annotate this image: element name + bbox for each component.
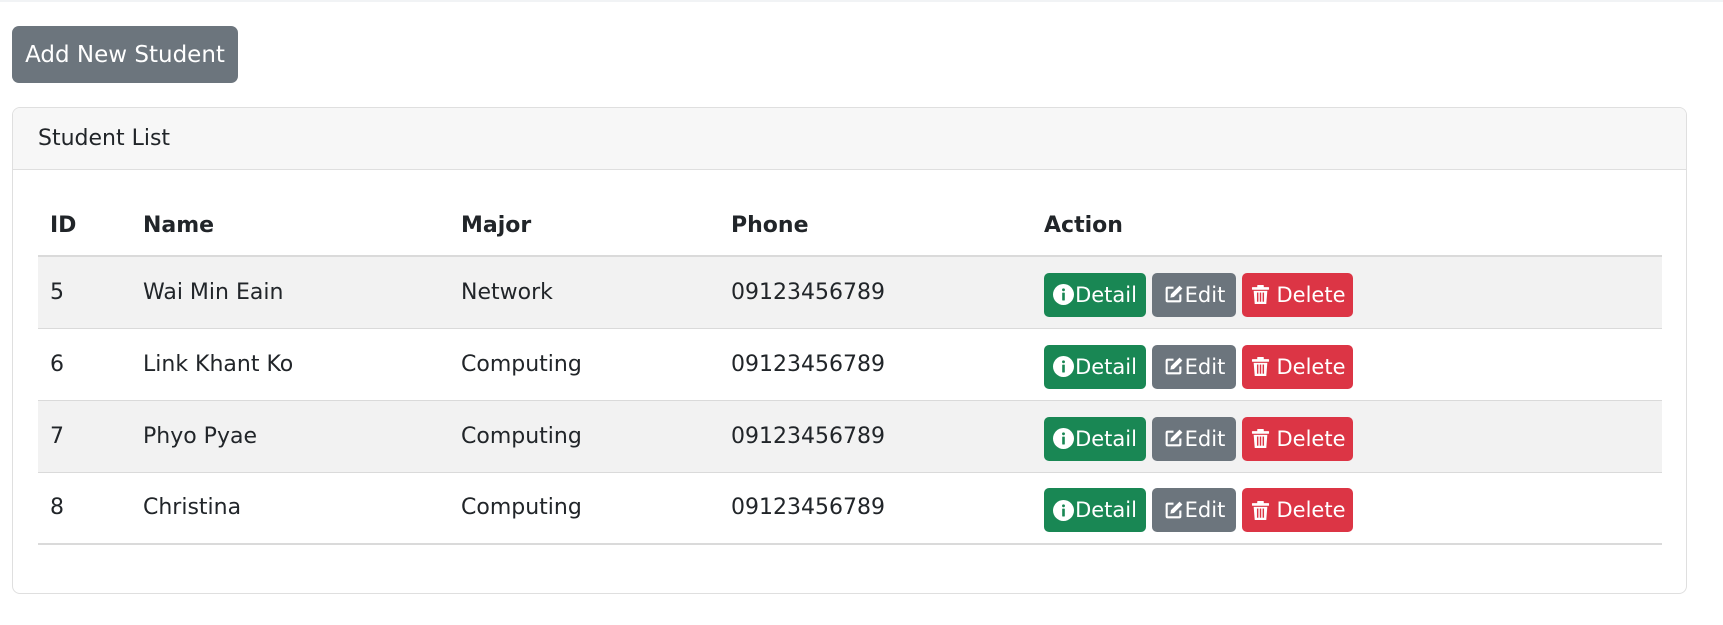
cell-id: 7 bbox=[38, 400, 131, 473]
delete-button[interactable]: Delete bbox=[1242, 416, 1353, 461]
edit-button[interactable]: Edit bbox=[1152, 416, 1236, 461]
delete-button[interactable]: Delete bbox=[1242, 488, 1353, 533]
delete-label: Delete bbox=[1276, 282, 1346, 307]
trash-icon bbox=[1250, 500, 1271, 521]
cell-phone: 09123456789 bbox=[719, 256, 1032, 329]
cell-actions: Detail Edit Delete bbox=[1032, 472, 1662, 545]
header-name: Name bbox=[131, 196, 449, 257]
table-row: 7 Phyo Pyae Computing 09123456789 Detail… bbox=[38, 400, 1662, 473]
cell-actions: Detail Edit Delete bbox=[1032, 400, 1662, 473]
cell-id: 6 bbox=[38, 328, 131, 401]
card-title: Student List bbox=[13, 108, 1686, 170]
cell-name: Phyo Pyae bbox=[131, 400, 449, 473]
edit-button[interactable]: Edit bbox=[1152, 488, 1236, 533]
cell-phone: 09123456789 bbox=[719, 472, 1032, 545]
top-divider bbox=[0, 0, 1723, 2]
cell-id: 5 bbox=[38, 256, 131, 329]
table-header-row: ID Name Major Phone Action bbox=[38, 196, 1662, 257]
info-circle-icon bbox=[1053, 356, 1075, 377]
edit-label: Edit bbox=[1184, 426, 1226, 451]
add-new-student-button[interactable]: Add New Student bbox=[12, 26, 238, 83]
detail-button[interactable]: Detail bbox=[1044, 272, 1146, 317]
pencil-square-icon bbox=[1163, 500, 1184, 521]
cell-major: Computing bbox=[449, 400, 719, 473]
pencil-square-icon bbox=[1163, 284, 1184, 305]
detail-label: Detail bbox=[1075, 426, 1137, 451]
detail-button[interactable]: Detail bbox=[1044, 488, 1146, 533]
delete-label: Delete bbox=[1276, 354, 1346, 379]
cell-id: 8 bbox=[38, 472, 131, 545]
header-id: ID bbox=[38, 196, 131, 257]
trash-icon bbox=[1250, 428, 1271, 449]
header-major: Major bbox=[449, 196, 719, 257]
table-row: 8 Christina Computing 09123456789 Detail… bbox=[38, 472, 1662, 545]
detail-label: Detail bbox=[1075, 282, 1137, 307]
trash-icon bbox=[1250, 356, 1271, 377]
header-action: Action bbox=[1032, 196, 1662, 257]
header-phone: Phone bbox=[719, 196, 1032, 257]
detail-label: Detail bbox=[1075, 498, 1137, 523]
cell-phone: 09123456789 bbox=[719, 400, 1032, 473]
trash-icon bbox=[1250, 284, 1271, 305]
detail-button[interactable]: Detail bbox=[1044, 344, 1146, 389]
info-circle-icon bbox=[1053, 428, 1075, 449]
delete-label: Delete bbox=[1276, 426, 1346, 451]
student-table: ID Name Major Phone Action 5 Wai Min Eai… bbox=[38, 196, 1662, 545]
cell-name: Christina bbox=[131, 472, 449, 545]
detail-button[interactable]: Detail bbox=[1044, 416, 1146, 461]
detail-label: Detail bbox=[1075, 354, 1137, 379]
student-list-card: Student List ID Name Major Phone Action … bbox=[12, 107, 1687, 594]
pencil-square-icon bbox=[1163, 356, 1184, 377]
edit-label: Edit bbox=[1184, 354, 1226, 379]
table-row: 6 Link Khant Ko Computing 09123456789 De… bbox=[38, 328, 1662, 401]
cell-major: Computing bbox=[449, 472, 719, 545]
delete-label: Delete bbox=[1276, 498, 1346, 523]
edit-button[interactable]: Edit bbox=[1152, 344, 1236, 389]
cell-name: Link Khant Ko bbox=[131, 328, 449, 401]
cell-name: Wai Min Eain bbox=[131, 256, 449, 329]
cell-phone: 09123456789 bbox=[719, 328, 1032, 401]
cell-actions: Detail Edit Delete bbox=[1032, 256, 1662, 329]
cell-major: Network bbox=[449, 256, 719, 329]
cell-major: Computing bbox=[449, 328, 719, 401]
edit-label: Edit bbox=[1184, 498, 1226, 523]
info-circle-icon bbox=[1053, 284, 1075, 306]
pencil-square-icon bbox=[1163, 428, 1184, 449]
edit-button[interactable]: Edit bbox=[1152, 272, 1236, 317]
edit-label: Edit bbox=[1184, 282, 1226, 307]
delete-button[interactable]: Delete bbox=[1242, 344, 1353, 389]
table-row: 5 Wai Min Eain Network 09123456789 Detai… bbox=[38, 256, 1662, 329]
cell-actions: Detail Edit Delete bbox=[1032, 328, 1662, 401]
info-circle-icon bbox=[1053, 499, 1075, 521]
delete-button[interactable]: Delete bbox=[1242, 272, 1353, 317]
